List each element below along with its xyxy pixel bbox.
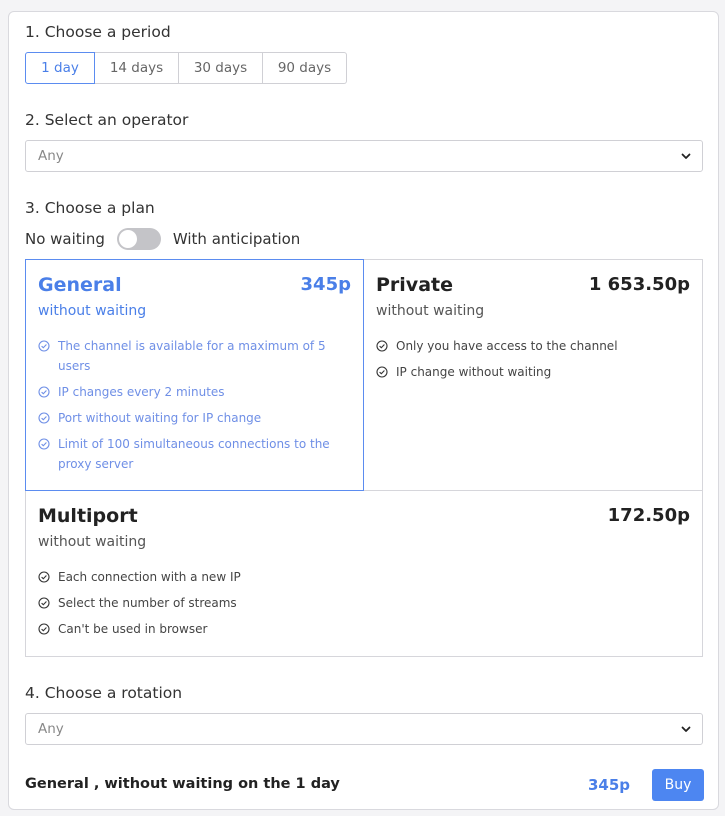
operator-title: 2. Select an operator [25,111,189,129]
period-option-90-days[interactable]: 90 days [263,52,347,84]
plan-name: Private [376,274,453,296]
plan-feature: Each connection with a new IP [38,567,438,587]
check-circle-icon [376,340,388,352]
plan-feature: Only you have access to the channel [376,336,686,356]
plan-feature: Port without waiting for IP change [38,408,338,428]
plan-subtitle: without waiting [376,303,485,319]
operator-select[interactable]: Any [25,140,703,172]
plan-feature: Limit of 100 simultaneous connections to… [38,434,338,474]
order-form: 1. Choose a period 1 day 14 days 30 days… [8,11,719,810]
period-selector: 1 day 14 days 30 days 90 days [25,52,347,84]
check-circle-icon [38,597,50,609]
plan-subtitle: without waiting [38,303,147,319]
period-option-30-days[interactable]: 30 days [179,52,263,84]
chevron-down-icon [681,153,691,159]
plan-card-general[interactable]: General 345p without waiting The channel… [25,259,364,491]
period-option-1-day[interactable]: 1 day [25,52,95,84]
plan-price: 1 653.50p [588,274,690,295]
toggle-label-with-anticipation: With anticipation [172,230,301,248]
period-option-14-days[interactable]: 14 days [95,52,179,84]
toggle-knob [118,230,137,248]
plan-card-private[interactable]: Private 1 653.50p without waiting Only y… [363,259,703,491]
chevron-down-icon [681,726,691,732]
rotation-select-value: Any [38,721,64,737]
check-circle-icon [38,438,50,450]
plan-feature-list: Only you have access to the channel IP c… [376,336,686,388]
plan-price: 345p [300,274,351,295]
check-circle-icon [38,386,50,398]
plan-feature: IP changes every 2 minutes [38,382,338,402]
waiting-toggle-row: No waiting With anticipation [25,228,300,250]
check-circle-icon [38,412,50,424]
plan-name: Multiport [38,505,138,527]
plan-feature-list: The channel is available for a maximum o… [38,336,338,480]
check-circle-icon [38,571,50,583]
check-circle-icon [376,366,388,378]
plan-feature: The channel is available for a maximum o… [38,336,338,376]
plan-card-multiport[interactable]: Multiport 172.50p without waiting Each c… [25,490,703,657]
plan-feature: Can't be used in browser [38,619,438,639]
rotation-title: 4. Choose a rotation [25,684,183,702]
rotation-select[interactable]: Any [25,713,703,745]
plan-feature: Select the number of streams [38,593,438,613]
plan-title: 3. Choose a plan [25,199,155,217]
toggle-label-no-waiting: No waiting [25,230,105,248]
plan-feature: IP change without waiting [376,362,686,382]
check-circle-icon [38,340,50,352]
order-total: 345p [588,776,631,794]
plan-name: General [38,274,122,296]
order-summary: General , without waiting on the 1 day [25,776,340,792]
check-circle-icon [38,623,50,635]
buy-button[interactable]: Buy [652,769,704,801]
anticipation-toggle[interactable] [116,228,161,250]
plan-subtitle: without waiting [38,534,147,550]
period-title: 1. Choose a period [25,23,171,41]
plan-price: 172.50p [607,505,690,526]
plan-feature-list: Each connection with a new IP Select the… [38,567,438,645]
operator-select-value: Any [38,148,64,164]
